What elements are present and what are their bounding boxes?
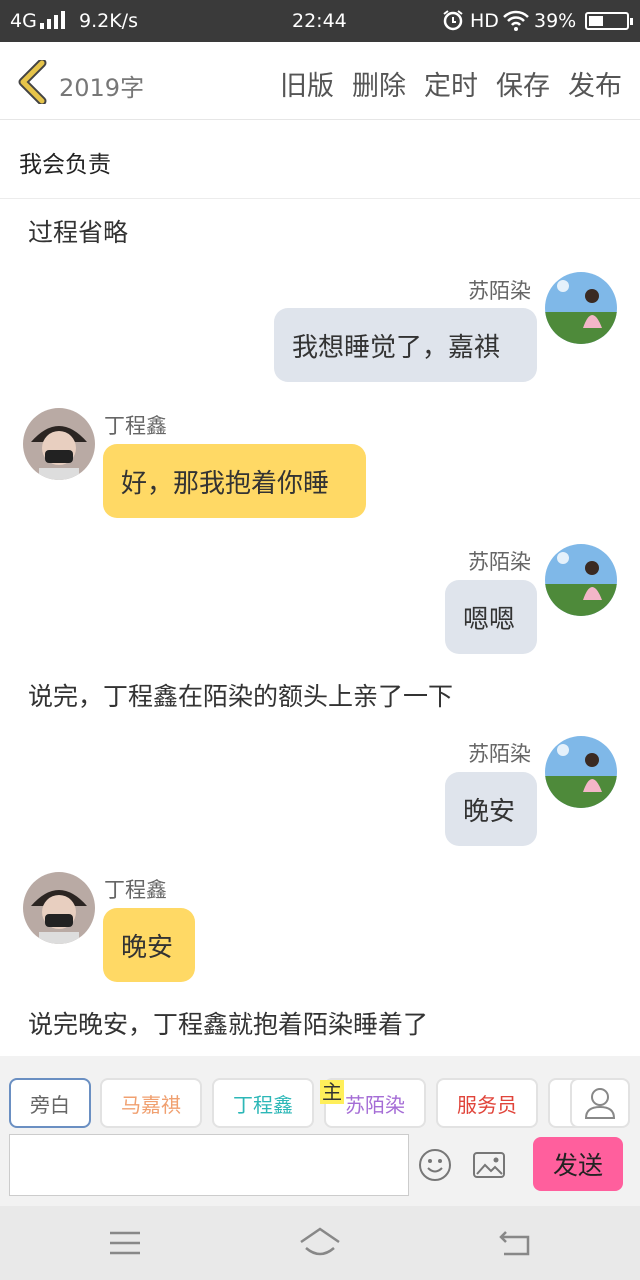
speaker-name: 苏陌染: [468, 279, 531, 303]
image-icon[interactable]: [472, 1150, 506, 1180]
narration-text[interactable]: 说完，丁程鑫在陌染的额头上亲了一下: [28, 677, 453, 713]
battery-icon: [585, 12, 633, 30]
speaker-name: 丁程鑫: [104, 414, 167, 438]
chapter-title: 我会负责: [19, 152, 111, 178]
message-bubble[interactable]: 嗯嗯: [445, 580, 537, 654]
network-type: 4G: [10, 10, 37, 32]
role-chip-ma-jiaqi[interactable]: 马嘉祺: [100, 1078, 202, 1128]
role-label: 丁程鑫: [233, 1092, 293, 1117]
role-label: 苏陌染: [345, 1092, 405, 1117]
alarm-icon: [441, 8, 465, 37]
top-nav-bar: 2019字 旧版 删除 定时 保存 发布: [0, 42, 640, 120]
role-label: 马嘉祺: [121, 1092, 181, 1117]
host-tag: 主: [320, 1080, 344, 1104]
avatar-female[interactable]: [545, 736, 617, 808]
old-version-button[interactable]: 旧版: [280, 64, 334, 103]
send-button[interactable]: 发送: [533, 1137, 623, 1191]
person-icon: [584, 1088, 616, 1119]
avatar-male[interactable]: [23, 408, 95, 480]
message-bubble[interactable]: 我想睡觉了，嘉祺: [274, 308, 537, 382]
wifi-icon: [502, 8, 530, 37]
battery-percent: 39%: [534, 10, 577, 32]
role-label: 旁白: [30, 1092, 70, 1117]
message-bubble[interactable]: 晚安: [445, 772, 537, 846]
role-label: 服务员: [457, 1092, 517, 1117]
system-nav-bar: [0, 1206, 640, 1280]
message-input[interactable]: [9, 1134, 409, 1196]
avatar-male[interactable]: [23, 872, 95, 944]
publish-button[interactable]: 发布: [568, 64, 622, 103]
role-chip-narrator[interactable]: 旁白: [9, 1078, 91, 1128]
speaker-name: 苏陌染: [468, 742, 531, 766]
clock: 22:44: [292, 10, 347, 32]
speaker-name: 苏陌染: [468, 550, 531, 574]
message-text: 嗯嗯: [463, 604, 516, 635]
back-arrow-icon[interactable]: [16, 58, 48, 106]
word-count: 2019字: [59, 74, 145, 102]
narration-text[interactable]: 过程省略: [28, 213, 128, 249]
save-button[interactable]: 保存: [496, 64, 550, 103]
message-bubble[interactable]: 晚安: [103, 908, 195, 982]
nav-actions: 旧版 删除 定时 保存 发布: [280, 64, 622, 103]
chapter-title-row[interactable]: 我会负责: [0, 121, 640, 199]
menu-icon[interactable]: [108, 1230, 142, 1256]
speaker-name: 丁程鑫: [104, 878, 167, 902]
network-speed: 9.2K/s: [79, 10, 138, 32]
home-icon[interactable]: [298, 1226, 342, 1260]
delete-button[interactable]: 删除: [352, 64, 406, 103]
send-label: 发送: [552, 1151, 603, 1180]
role-chip-waiter[interactable]: 服务员: [436, 1078, 538, 1128]
compose-panel: 旁白 马嘉祺 丁程鑫 苏陌染 主 服务员 发送: [0, 1056, 640, 1206]
role-manage-button[interactable]: [570, 1078, 630, 1128]
role-chip-ding-chengxin[interactable]: 丁程鑫: [212, 1078, 314, 1128]
back-nav-icon[interactable]: [498, 1228, 532, 1258]
signal-icon: [40, 11, 65, 29]
message-text: 我想睡觉了，嘉祺: [292, 332, 501, 363]
emoji-icon[interactable]: [418, 1148, 452, 1182]
avatar-female[interactable]: [545, 272, 617, 344]
narration-text[interactable]: 说完晚安，丁程鑫就抱着陌染睡着了: [28, 1005, 428, 1041]
message-bubble[interactable]: 好，那我抱着你睡: [103, 444, 366, 518]
avatar-female[interactable]: [545, 544, 617, 616]
message-text: 好，那我抱着你睡: [121, 468, 330, 499]
hd-label: HD: [470, 10, 499, 32]
message-text: 晚安: [463, 796, 516, 827]
schedule-button[interactable]: 定时: [424, 64, 478, 103]
status-bar: 4G 9.2K/s 22:44 HD 39%: [0, 0, 640, 42]
message-text: 晚安: [121, 932, 174, 963]
